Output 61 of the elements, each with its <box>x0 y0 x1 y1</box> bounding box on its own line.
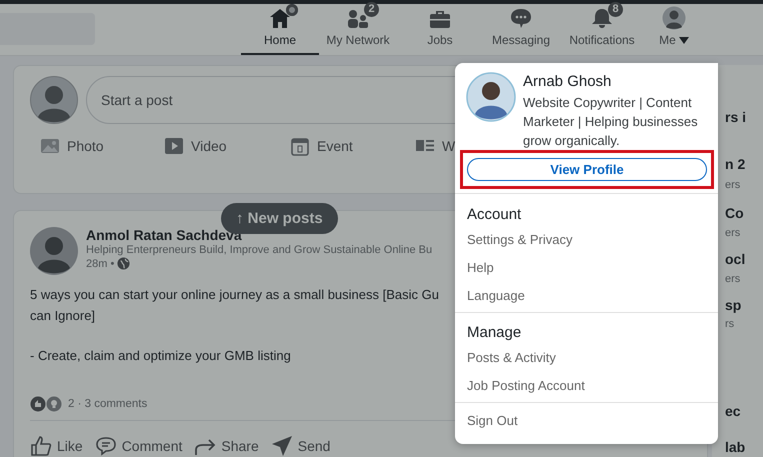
menu-item[interactable]: Help <box>467 254 706 282</box>
post-time: 28m • <box>86 258 114 270</box>
post-action-button[interactable]: Comment <box>94 435 182 457</box>
home-icon <box>268 7 292 29</box>
count-badge: 8 <box>608 2 623 17</box>
count-badge: 2 <box>364 2 379 17</box>
view-profile-button[interactable]: View Profile <box>467 158 707 181</box>
avatar-icon <box>30 76 78 124</box>
panel-text: rs i <box>725 109 746 125</box>
nav-tab[interactable]: Messaging <box>483 4 559 55</box>
panel-text: sp <box>725 297 742 313</box>
avatar-icon <box>466 72 516 122</box>
sign-out-link[interactable]: Sign Out <box>467 407 706 435</box>
paper-plane-icon <box>270 435 293 457</box>
post-text: - Create, claim and optimize your GMB listing <box>30 347 291 365</box>
post-action-button[interactable]: Share <box>194 435 259 457</box>
nav-tab[interactable]: 2 My Network <box>319 4 397 55</box>
menu-section-title: Manage <box>467 324 522 341</box>
menu-item[interactable]: Language <box>467 282 706 310</box>
post-action-button[interactable]: Like <box>30 435 83 457</box>
post-type-button[interactable]: W <box>415 136 456 156</box>
panel-text: ers <box>725 227 740 239</box>
panel-text: ocl <box>725 251 746 267</box>
menu-section-title: Account <box>467 206 522 223</box>
panel-text: Co <box>725 205 744 221</box>
nav-tab[interactable]: Jobs <box>397 4 483 55</box>
chat-bubble-icon <box>509 7 533 29</box>
bell-icon <box>590 7 614 29</box>
panel-text: ec <box>725 403 741 419</box>
nav-tab[interactable]: Home <box>241 4 319 55</box>
author-headline: Helping Enterpreneurs Build, Improve and Grow Sustainable Online Bu <box>86 244 432 256</box>
globe-icon <box>117 257 130 270</box>
avatar-icon <box>662 6 686 30</box>
menu-item[interactable]: Settings & Privacy <box>467 226 706 254</box>
people-icon <box>346 7 370 29</box>
profile-name: Arnab Ghosh <box>523 73 612 90</box>
panel-text: ers <box>725 273 740 285</box>
panel-text: n 2 <box>725 156 746 172</box>
thumbs-up-icon <box>30 435 52 457</box>
reaction-icons <box>30 396 64 412</box>
menu-item[interactable]: Posts & Activity <box>467 344 706 372</box>
photo-icon <box>40 137 60 155</box>
post-text: can Ignore] <box>30 307 96 325</box>
panel-text: lab <box>725 439 746 455</box>
nav-tab[interactable]: 8 Notifications <box>559 4 645 55</box>
menu-item[interactable]: Job Posting Account <box>467 372 706 400</box>
post-action-button[interactable]: Send <box>270 435 330 457</box>
avatar-icon <box>30 227 78 275</box>
calendar-icon <box>290 136 310 156</box>
panel-text: ers <box>725 179 740 191</box>
post-type-button[interactable]: Video <box>164 136 290 156</box>
post-type-button[interactable]: Photo <box>40 136 164 156</box>
reaction-count[interactable]: 2 · 3 comments <box>68 398 148 410</box>
post-type-button[interactable]: Event <box>290 136 415 156</box>
panel-text: rs <box>725 318 734 330</box>
play-icon <box>164 137 184 155</box>
nav-tab[interactable]: Me <box>645 4 703 55</box>
speech-bubble-icon <box>94 435 117 457</box>
new-posts-button[interactable]: ↑ New posts <box>221 203 338 234</box>
post-text: 5 ways you can start your online journey as a small business [Basic Gu <box>30 286 439 304</box>
caret-icon <box>678 36 689 44</box>
